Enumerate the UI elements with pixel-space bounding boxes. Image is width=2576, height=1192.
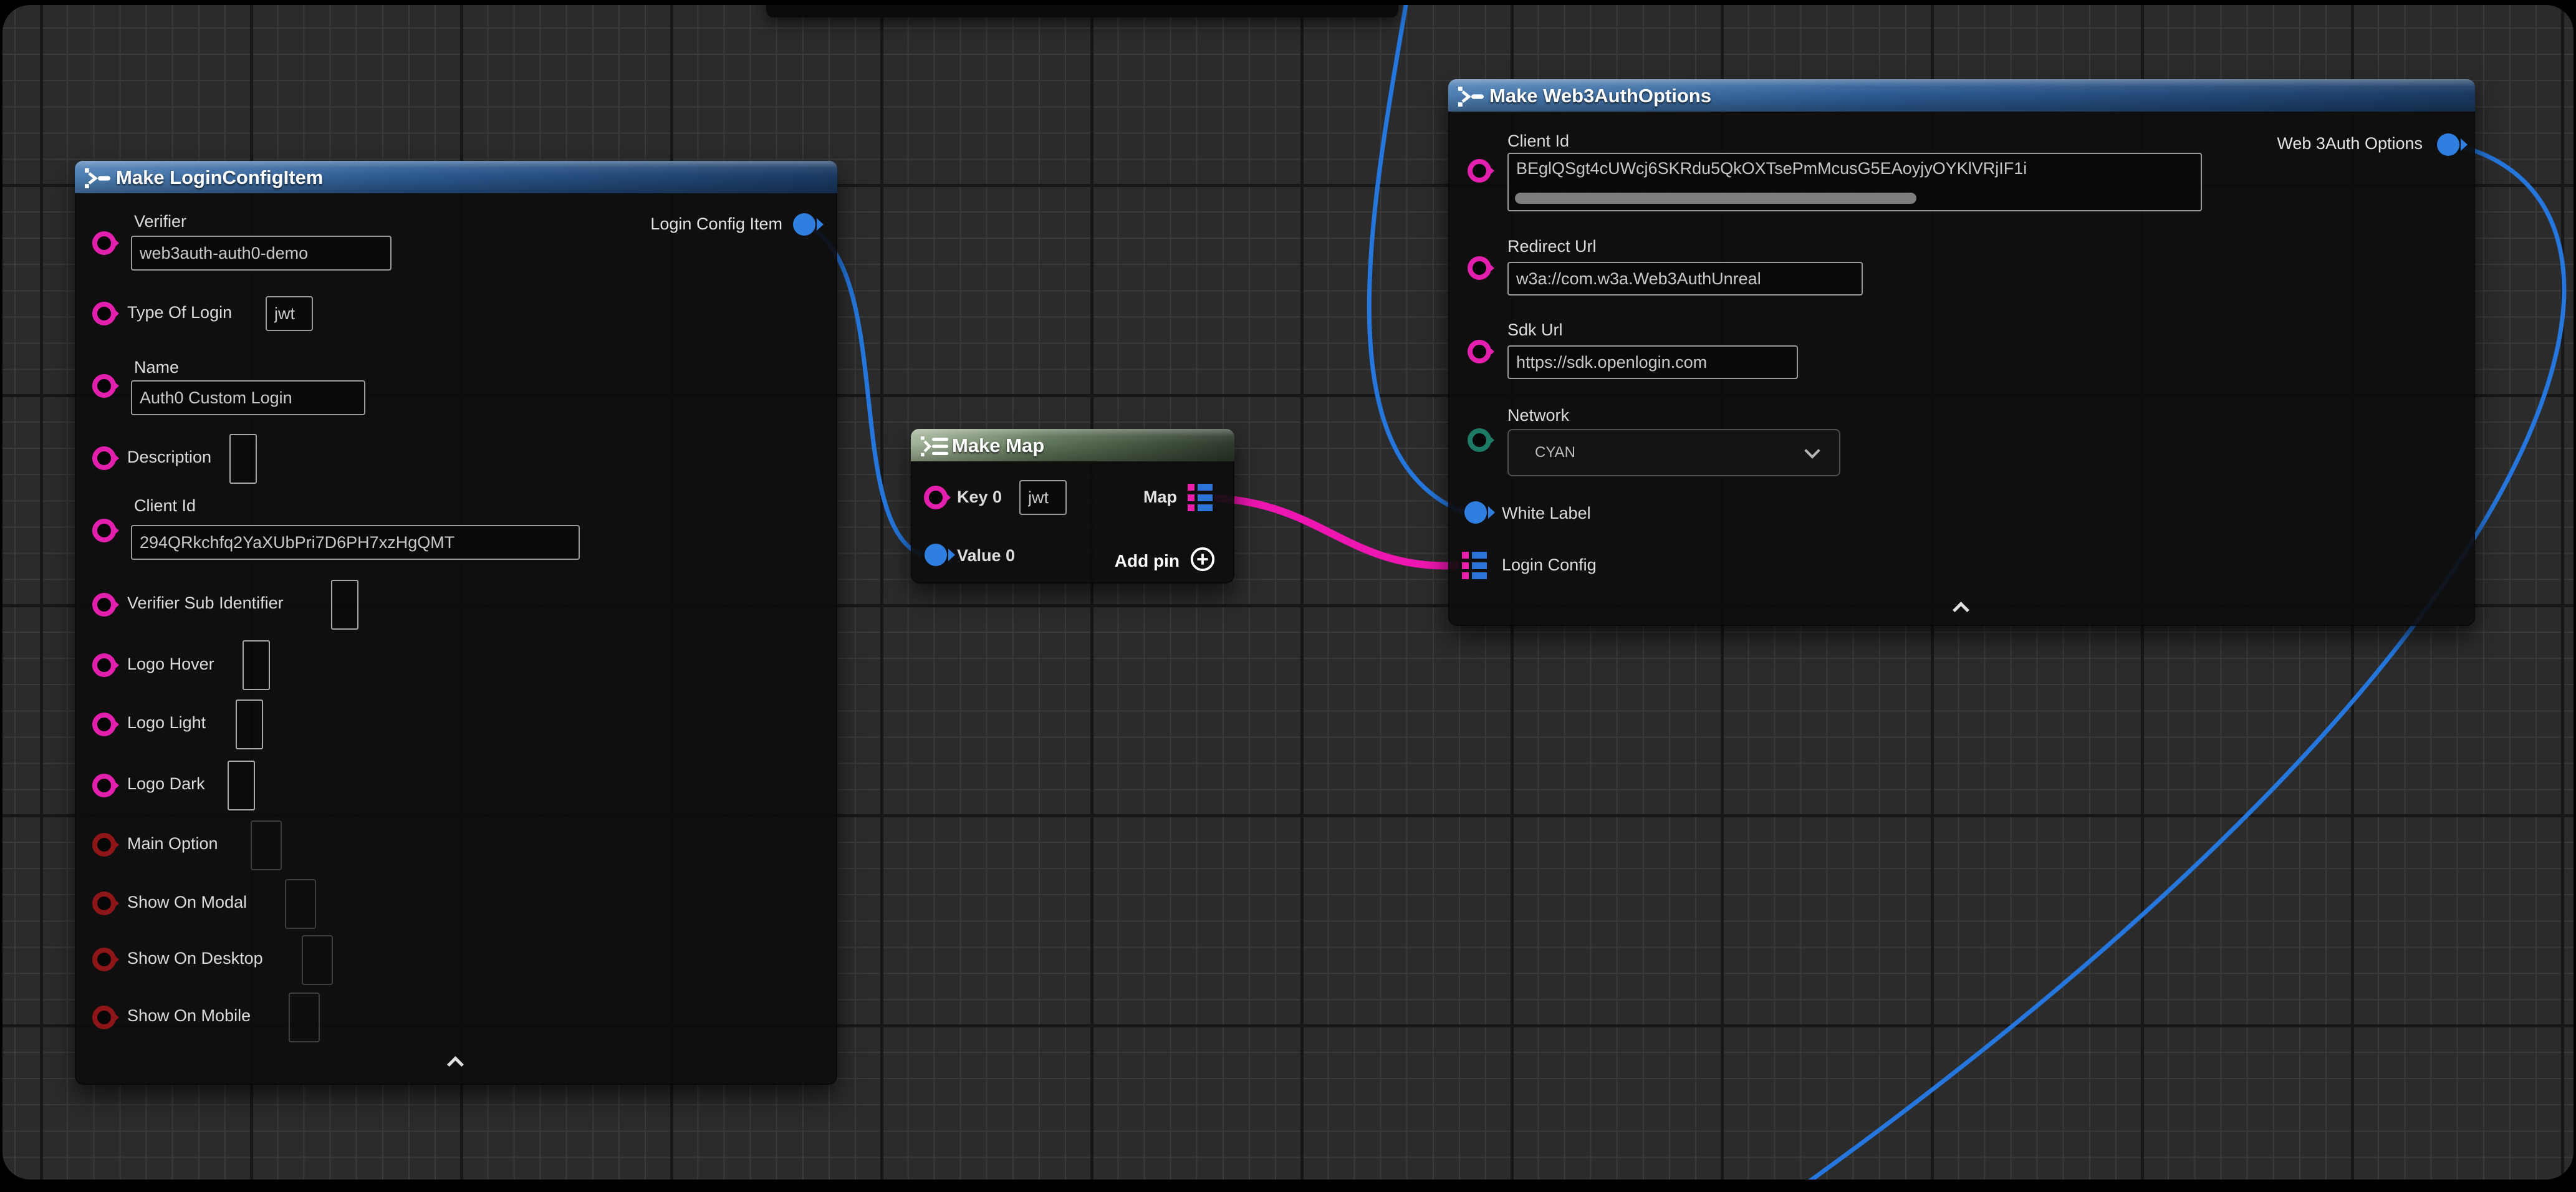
node-make-loginconfigitem[interactable]: Make LoginConfigItem Login Config Item V… <box>75 161 837 1085</box>
show-on-mobile-pin[interactable] <box>92 1006 116 1029</box>
pin-label: Client Id <box>1507 132 1569 151</box>
node-title: Make Web3AuthOptions <box>1489 85 1711 107</box>
pin-label: Show On Mobile <box>127 1006 251 1026</box>
verifier-sub-identifier-pin[interactable] <box>92 593 116 617</box>
pin-label: White Label <box>1502 504 1591 523</box>
network-dropdown[interactable]: CYAN <box>1507 429 1840 476</box>
show-on-modal-pin[interactable] <box>92 892 116 915</box>
add-pin-button[interactable]: Add pin <box>1115 546 1216 575</box>
login-config-item-output-pin[interactable] <box>793 213 815 236</box>
network-pin[interactable] <box>1468 428 1491 452</box>
pin-label: Value 0 <box>957 546 1015 565</box>
logo-light-field[interactable] <box>236 699 263 749</box>
node-title: Make LoginConfigItem <box>116 166 323 189</box>
logo-dark-field[interactable] <box>228 761 255 810</box>
description-pin[interactable] <box>92 446 116 470</box>
pin-label: Show On Desktop <box>127 949 263 968</box>
chevron-up-icon[interactable] <box>448 1054 464 1070</box>
node-make-map-header[interactable]: Make Map <box>911 429 1234 461</box>
node-make-map[interactable]: Make Map Key 0 jwt Map Value 0 Add pin <box>911 429 1234 584</box>
description-field[interactable] <box>229 434 257 484</box>
show-on-mobile-checkbox[interactable] <box>289 993 320 1042</box>
web3auth-options-output-pin[interactable] <box>2437 133 2459 156</box>
wire-map-to-loginconfig <box>1214 498 1459 566</box>
value-0-pin[interactable] <box>925 544 947 566</box>
pin-label: Verifier Sub Identifier <box>127 594 284 613</box>
struct-pin-icon <box>85 166 113 193</box>
graph-canvas[interactable]: Make LoginConfigItem Login Config Item V… <box>2 5 2574 1180</box>
pin-label: Key 0 <box>957 488 1002 507</box>
sdk-url-field[interactable]: https://sdk.openlogin.com <box>1507 345 1798 379</box>
chevron-up-icon[interactable] <box>1953 599 1969 615</box>
key-0-field[interactable]: jwt <box>1019 480 1067 515</box>
key-0-pin[interactable] <box>924 486 948 509</box>
client-id-pin[interactable] <box>1468 159 1491 183</box>
node-make-web3authoptions[interactable]: Make Web3AuthOptions Web 3Auth Options C… <box>1448 79 2475 626</box>
chevron-down-icon <box>1804 443 1820 458</box>
pin-label: Name <box>134 358 179 377</box>
output-label: Login Config Item <box>650 214 782 234</box>
node-make-loginconfigitem-header[interactable]: Make LoginConfigItem <box>75 161 837 193</box>
logo-light-pin[interactable] <box>92 713 116 736</box>
white-label-pin[interactable] <box>1464 501 1487 524</box>
blueprint-editor-screen: Make LoginConfigItem Login Config Item V… <box>0 0 2576 1192</box>
pin-label: Network <box>1507 406 1569 425</box>
sdk-url-pin[interactable] <box>1468 340 1491 363</box>
pin-label: Verifier <box>134 212 186 231</box>
field-scrollbar[interactable] <box>1515 193 1916 204</box>
login-config-pin[interactable] <box>1462 552 1487 579</box>
pin-label: Type Of Login <box>127 303 232 322</box>
main-option-pin[interactable] <box>92 833 116 857</box>
pin-label: Description <box>127 448 211 467</box>
logo-hover-pin[interactable] <box>92 653 116 677</box>
pin-label: Logo Hover <box>127 655 214 674</box>
redirect-url-pin[interactable] <box>1468 256 1491 280</box>
show-on-desktop-checkbox[interactable] <box>302 935 333 985</box>
type-of-login-pin[interactable] <box>92 302 116 325</box>
type-of-login-field[interactable]: jwt <box>266 296 313 331</box>
pin-label: Login Config <box>1502 555 1597 575</box>
pin-label: Show On Modal <box>127 893 247 912</box>
pin-label: Main Option <box>127 834 218 853</box>
main-option-checkbox[interactable] <box>251 820 282 870</box>
struct-pin-icon <box>1458 84 1487 112</box>
logo-hover-field[interactable] <box>243 640 270 690</box>
show-on-desktop-pin[interactable] <box>92 948 116 971</box>
pin-label: Client Id <box>134 496 196 516</box>
redirect-url-field[interactable]: w3a://com.w3a.Web3AuthUnreal <box>1507 262 1863 296</box>
client-id-field[interactable]: BEglQSgt4cUWcj6SKRdu5QkOXTsePmMcusG5EAoy… <box>1507 153 2202 211</box>
name-field[interactable]: Auth0 Custom Login <box>131 380 365 415</box>
logo-dark-pin[interactable] <box>92 774 116 797</box>
list-icon <box>921 434 949 461</box>
pin-label: Logo Light <box>127 713 206 733</box>
verifier-sub-identifier-field[interactable] <box>331 580 358 630</box>
pin-label: Sdk Url <box>1507 320 1563 340</box>
verifier-pin[interactable] <box>92 231 116 255</box>
pin-label: Redirect Url <box>1507 237 1597 256</box>
client-id-pin[interactable] <box>92 519 116 542</box>
client-id-field[interactable]: 294QRkchfq2YaXUbPri7D6PH7xzHgQMT <box>131 525 580 560</box>
pin-label: Logo Dark <box>127 774 205 794</box>
node-title: Make Map <box>952 435 1044 457</box>
verifier-field[interactable]: web3auth-auth0-demo <box>131 236 392 271</box>
name-pin[interactable] <box>92 374 116 398</box>
offscreen-node-fragment <box>766 5 1398 17</box>
output-label: Web 3Auth Options <box>2277 134 2423 153</box>
map-output-pin[interactable] <box>1188 484 1213 511</box>
output-label: Map <box>1143 488 1177 507</box>
show-on-modal-checkbox[interactable] <box>285 879 316 929</box>
circled-plus-icon <box>1189 546 1216 575</box>
node-make-web3authoptions-header[interactable]: Make Web3AuthOptions <box>1448 79 2475 112</box>
